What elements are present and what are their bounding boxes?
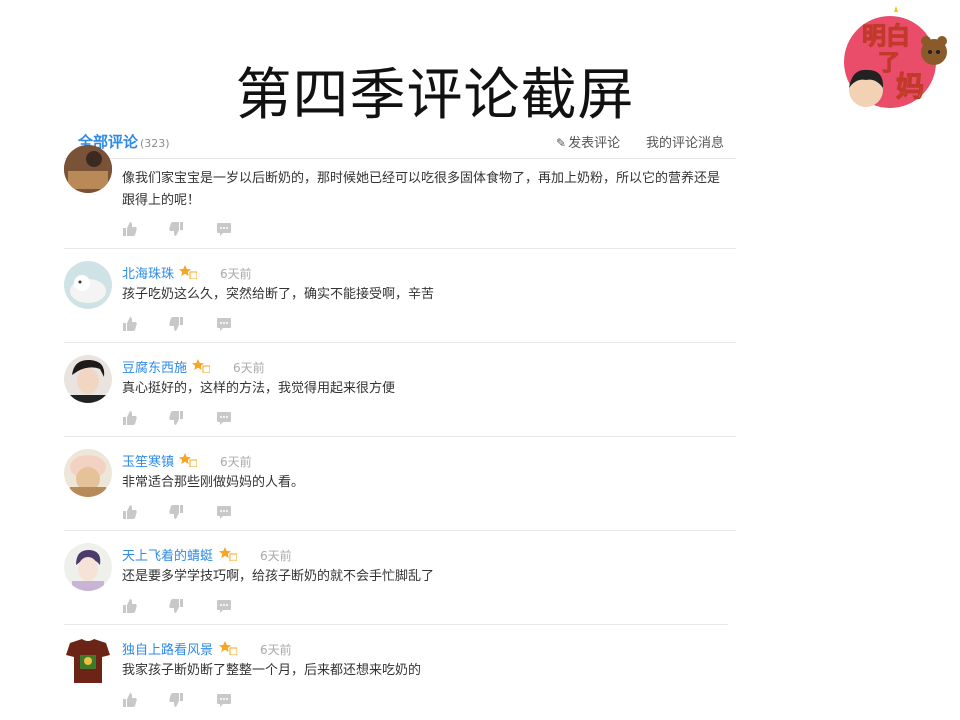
vip-badge-icon: [192, 359, 210, 373]
dislike-icon[interactable]: [168, 221, 184, 237]
avatar[interactable]: [64, 261, 112, 309]
like-icon[interactable]: [122, 692, 138, 708]
like-icon[interactable]: [122, 316, 138, 332]
comment-username[interactable]: 独自上路看风景: [122, 639, 213, 658]
comment-count: (323): [140, 137, 170, 150]
comment-text: 像我们家宝宝是一岁以后断奶的，那时候她已经可以吃很多固体食物了，再加上奶粉，所以…: [122, 171, 721, 208]
svg-text:明白: 明白: [862, 22, 910, 50]
reply-icon[interactable]: [216, 316, 232, 332]
comment-text: 真心挺好的，这样的方法，我觉得用起来很方便: [122, 381, 396, 396]
reply-icon[interactable]: [216, 410, 232, 426]
comment-item: 像我们家宝宝是一岁以后断奶的，那时候她已经可以吃很多固体食物了，再加上奶粉，所以…: [64, 145, 736, 249]
vip-badge-icon: [179, 265, 197, 279]
comment-username[interactable]: 天上飞着的蜻蜓: [122, 545, 213, 564]
comment-time: 6天前: [260, 549, 292, 563]
comment-item: 独自上路看风景 6天前 我家孩子断奶断了整整一个月，后来都还想来吃奶的: [64, 625, 736, 720]
dislike-icon[interactable]: [168, 692, 184, 708]
dislike-icon[interactable]: [168, 410, 184, 426]
reply-icon[interactable]: [216, 692, 232, 708]
dislike-icon[interactable]: [168, 598, 184, 614]
comment-item: 玉笙寒镇 6天前 非常适合那些刚做妈妈的人看。: [64, 437, 736, 531]
reply-icon[interactable]: [216, 504, 232, 520]
comments-panel: 全部评论 (323) ✎ 发表评论 我的评论消息 像我们家宝宝是一岁以后断奶的，那时…: [64, 126, 736, 720]
like-icon[interactable]: [122, 410, 138, 426]
comment-item: 北海珠珠 6天前 孩子吃奶这么久，突然给断了，确实不能接受啊，辛苦: [64, 249, 736, 343]
dislike-icon[interactable]: [168, 504, 184, 520]
comments-header: 全部评论 (323) ✎ 发表评论 我的评论消息: [64, 126, 736, 159]
avatar[interactable]: [64, 145, 112, 193]
reply-icon[interactable]: [216, 598, 232, 614]
comment-time: 6天前: [220, 455, 252, 469]
slide-title: 第四季评论截屏: [235, 63, 635, 128]
my-comment-messages-link[interactable]: 我的评论消息: [646, 132, 724, 151]
comment-time: 6天前: [233, 361, 265, 375]
vip-badge-icon: [179, 453, 197, 467]
avatar[interactable]: [64, 355, 112, 403]
like-icon[interactable]: [122, 504, 138, 520]
comment-username[interactable]: 北海珠珠: [122, 263, 174, 282]
comment-text: 非常适合那些刚做妈妈的人看。: [122, 475, 305, 490]
comment-time: 6天前: [220, 267, 252, 281]
comment-text: 还是要多学学技巧啊，给孩子断奶的就不会手忙脚乱了: [122, 569, 435, 584]
comment-time: 6天前: [260, 643, 292, 657]
comment-text: 我家孩子断奶断了整整一个月，后来都还想来吃奶的: [122, 663, 422, 678]
vip-badge-icon: [219, 641, 237, 655]
pen-icon: ✎: [556, 136, 567, 150]
vip-badge-icon: [219, 547, 237, 561]
reply-icon[interactable]: [216, 221, 232, 237]
svg-text:妈: 妈: [896, 70, 924, 103]
brand-logo: 明白 了 妈: [844, 6, 947, 108]
like-icon[interactable]: [122, 221, 138, 237]
comment-item: 天上飞着的蜻蜓 6天前 还是要多学学技巧啊，给孩子断奶的就不会手忙脚乱了: [64, 531, 736, 625]
avatar[interactable]: [64, 543, 112, 591]
comment-username[interactable]: 豆腐东西施: [122, 357, 187, 376]
avatar[interactable]: [64, 449, 112, 497]
comment-item: 豆腐东西施 6天前 真心挺好的，这样的方法，我觉得用起来很方便: [64, 343, 736, 437]
dislike-icon[interactable]: [168, 316, 184, 332]
like-icon[interactable]: [122, 598, 138, 614]
comment-text: 孩子吃奶这么久，突然给断了，确实不能接受啊，辛苦: [122, 287, 435, 302]
comment-username[interactable]: 玉笙寒镇: [122, 451, 174, 470]
avatar[interactable]: [64, 637, 112, 685]
post-comment-link[interactable]: ✎ 发表评论: [556, 132, 620, 151]
